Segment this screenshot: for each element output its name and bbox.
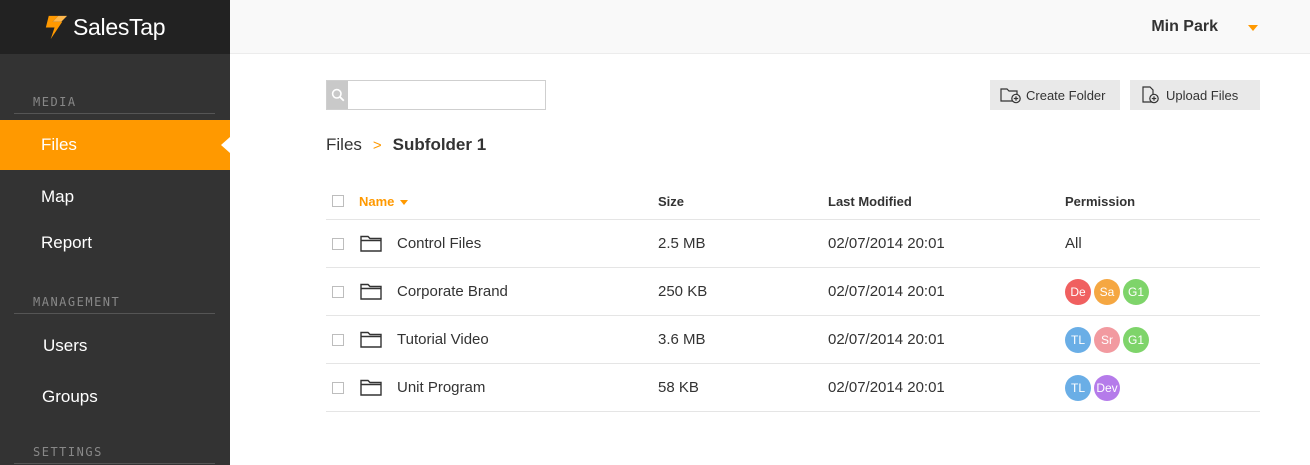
folder-icon-cell — [360, 268, 382, 315]
sidebar-item-label: Map — [41, 187, 75, 206]
section-label-management: MANAGEMENT — [14, 295, 215, 314]
file-size: 2.5 MB — [658, 235, 706, 252]
folder-icon-cell — [360, 316, 382, 363]
search-button[interactable] — [327, 81, 348, 109]
table-row[interactable]: Control Files 2.5 MB 02/07/2014 20:01 Al… — [326, 220, 1260, 268]
file-name[interactable]: Corporate Brand — [397, 268, 508, 315]
breadcrumb-root[interactable]: Files — [326, 135, 362, 155]
file-permission: TL Dev — [1065, 364, 1123, 411]
folder-icon — [360, 379, 382, 396]
sort-by-name[interactable]: Name — [359, 193, 409, 209]
breadcrumb-separator: > — [372, 136, 382, 154]
table-row[interactable]: Corporate Brand 250 KB 02/07/2014 20:01 … — [326, 268, 1260, 316]
column-last-modified[interactable]: Last Modified — [828, 183, 912, 219]
sidebar-item-label: Report — [41, 233, 93, 252]
sidebar-item-report[interactable]: Report — [0, 218, 230, 268]
file-name[interactable]: Unit Program — [397, 364, 485, 411]
sidebar-item-label: Users — [43, 336, 88, 355]
sidebar-item-label: Groups — [42, 387, 98, 406]
permission-avatar: G1 — [1123, 326, 1149, 353]
create-folder-icon — [1000, 88, 1021, 104]
sidebar-item-files[interactable]: Files — [0, 120, 230, 170]
column-size[interactable]: Size — [658, 183, 684, 219]
breadcrumb: Files > Subfolder 1 — [326, 135, 486, 155]
permission-avatar: G1 — [1123, 278, 1149, 305]
table-row[interactable]: Tutorial Video 3.6 MB 02/07/2014 20:01 T… — [326, 316, 1260, 364]
permission-avatar: Dev — [1094, 374, 1120, 401]
sidebar-item-map[interactable]: Map — [0, 172, 230, 222]
file-last-modified: 02/07/2014 20:01 — [828, 283, 945, 300]
folder-icon-cell — [360, 220, 382, 267]
select-all-cell — [332, 183, 344, 219]
user-menu[interactable]: Min Park — [1151, 0, 1258, 54]
file-size: 250 KB — [658, 283, 708, 300]
permission-avatar: Sr — [1094, 326, 1120, 353]
sort-caret-icon — [400, 199, 409, 205]
chevron-down-icon — [1248, 25, 1258, 31]
brand-name: SalesTap — [73, 13, 166, 40]
column-permission[interactable]: Permission — [1065, 183, 1135, 219]
create-folder-label: Create Folder — [1026, 87, 1106, 103]
permission-avatar: TL — [1065, 374, 1091, 401]
column-name[interactable]: Name — [359, 183, 409, 219]
folder-icon — [360, 331, 382, 348]
row-select-cell — [332, 220, 344, 267]
salestap-logo-icon — [45, 15, 68, 39]
sidebar-item-users[interactable]: Users — [0, 321, 230, 371]
file-size: 3.6 MB — [658, 331, 706, 348]
app: SalesTap MEDIA Files Map Report MANAGEME… — [0, 0, 1310, 465]
row-checkbox[interactable] — [332, 237, 344, 250]
table-body: Control Files 2.5 MB 02/07/2014 20:01 Al… — [326, 220, 1260, 412]
file-last-modified: 02/07/2014 20:01 — [828, 331, 945, 348]
file-last-modified: 02/07/2014 20:01 — [828, 379, 945, 396]
folder-icon — [360, 283, 382, 300]
row-checkbox[interactable] — [332, 333, 344, 346]
file-last-modified: 02/07/2014 20:01 — [828, 235, 945, 252]
table-row[interactable]: Unit Program 58 KB 02/07/2014 20:01 TL De… — [326, 364, 1260, 412]
file-permission: De Sa G1 — [1065, 268, 1152, 315]
table-header: Name Size Last Modified Permission — [326, 183, 1260, 220]
user-name: Min Park — [1151, 18, 1218, 35]
file-name[interactable]: Control Files — [397, 220, 481, 267]
search-icon — [331, 88, 344, 102]
sidebar-item-groups[interactable]: Groups — [0, 372, 230, 422]
row-select-cell — [332, 268, 344, 315]
top-header: Min Park — [230, 0, 1310, 54]
create-folder-button[interactable]: Create Folder — [990, 80, 1120, 110]
section-label-media: MEDIA — [14, 95, 215, 114]
file-size: 58 KB — [658, 379, 699, 396]
permission-avatar: Sa — [1094, 278, 1120, 305]
row-select-cell — [332, 364, 344, 411]
section-label-settings: SETTINGS — [14, 445, 215, 464]
column-name-label: Name — [359, 193, 395, 209]
brand[interactable]: SalesTap — [0, 0, 230, 54]
file-permission: All — [1065, 220, 1082, 267]
search-box — [326, 80, 546, 110]
upload-file-icon — [1142, 86, 1159, 104]
sidebar: SalesTap MEDIA Files Map Report MANAGEME… — [0, 0, 230, 465]
row-checkbox[interactable] — [332, 285, 344, 298]
select-all-checkbox[interactable] — [332, 195, 344, 207]
breadcrumb-current: Subfolder 1 — [392, 135, 487, 154]
upload-files-button[interactable]: Upload Files — [1130, 80, 1260, 110]
row-checkbox[interactable] — [332, 381, 344, 394]
upload-files-label: Upload Files — [1166, 87, 1239, 103]
permission-text: All — [1065, 235, 1082, 252]
file-permission: TL Sr G1 — [1065, 316, 1152, 363]
folder-icon — [360, 235, 382, 252]
files-table: Name Size Last Modified Permission Contr… — [326, 183, 1260, 412]
search-input[interactable] — [348, 81, 545, 109]
folder-icon-cell — [360, 364, 382, 411]
permission-avatar: TL — [1065, 326, 1091, 353]
file-name[interactable]: Tutorial Video — [397, 316, 489, 363]
permission-avatar: De — [1065, 278, 1091, 305]
sidebar-item-label: Files — [41, 135, 77, 154]
row-select-cell — [332, 316, 344, 363]
